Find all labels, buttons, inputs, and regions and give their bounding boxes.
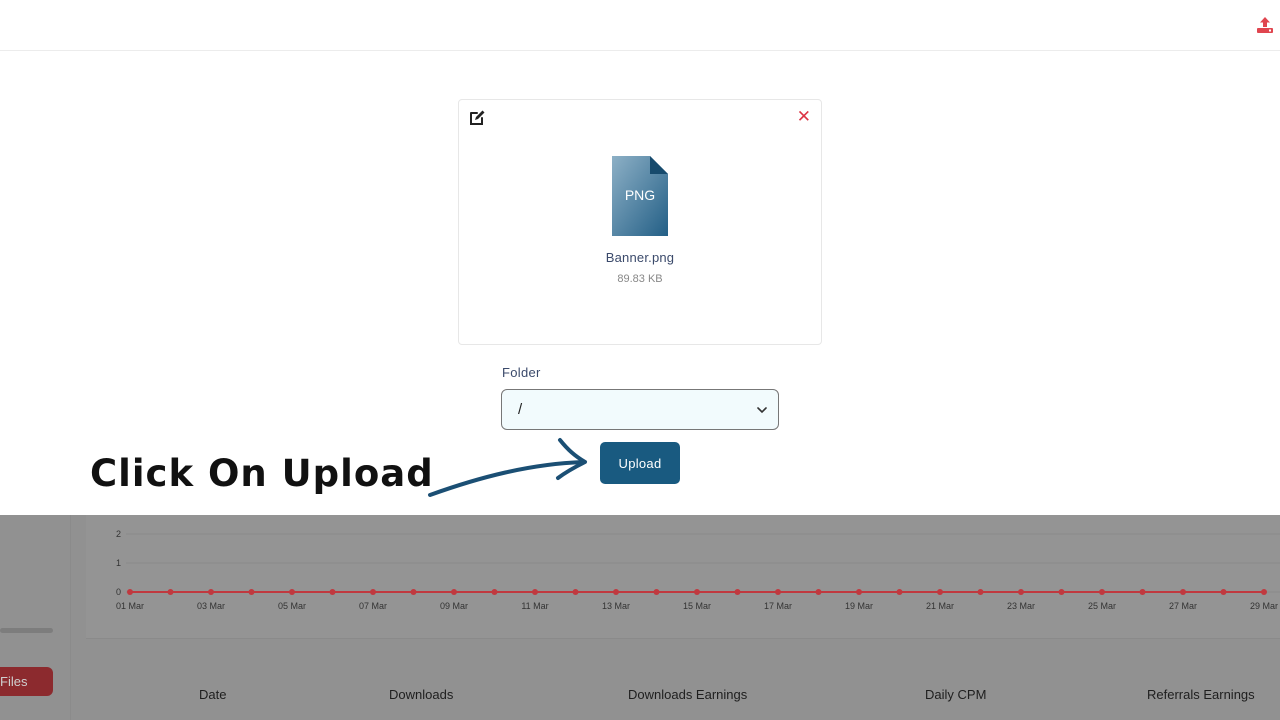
data-point[interactable] <box>775 589 781 595</box>
data-point[interactable] <box>856 589 862 595</box>
edit-icon[interactable] <box>468 109 486 127</box>
data-point[interactable] <box>1099 589 1105 595</box>
x-tick-label: 05 Mar <box>278 601 306 611</box>
x-tick-label: 01 Mar <box>116 601 144 611</box>
data-point[interactable] <box>694 589 700 595</box>
folder-label: Folder <box>502 365 541 380</box>
folder-select[interactable]: / <box>501 389 779 430</box>
page: ✕ PNG Banner.png 89.83 KB Folder / Uploa… <box>0 0 1280 720</box>
file-preview-card: ✕ PNG Banner.png 89.83 KB <box>458 99 822 345</box>
top-bar <box>0 0 1280 51</box>
line-chart: 2 1 0 01 Mar 03 Mar 05 Mar 07 Mar 09 Mar 11 Mar 1… <box>116 529 1280 611</box>
x-tick-label: 25 Mar <box>1088 601 1116 611</box>
data-point[interactable] <box>653 589 660 595</box>
upload-icon[interactable] <box>1254 14 1276 36</box>
data-point[interactable] <box>491 589 498 595</box>
data-point[interactable] <box>734 589 741 595</box>
table-header-date[interactable]: Date <box>199 687 226 702</box>
data-point[interactable] <box>937 589 943 595</box>
y-tick-label: 2 <box>116 529 121 539</box>
earnings-chart: 2 1 0 01 Mar 03 Mar 05 Mar 07 Mar 09 Mar 11 Mar 1… <box>86 515 1280 639</box>
data-point[interactable] <box>572 589 579 595</box>
x-tick-label: 11 Mar <box>521 601 548 611</box>
data-point[interactable] <box>1018 589 1024 595</box>
data-point[interactable] <box>977 589 984 595</box>
data-point[interactable] <box>1139 589 1146 595</box>
data-point[interactable] <box>896 589 903 595</box>
table-header-downloads-earnings[interactable]: Downloads Earnings <box>628 687 747 702</box>
data-point[interactable] <box>815 589 822 595</box>
sidebar-divider <box>70 515 71 720</box>
data-point[interactable] <box>1220 589 1227 595</box>
data-point[interactable] <box>370 589 376 595</box>
data-point[interactable] <box>613 589 619 595</box>
data-point[interactable] <box>289 589 295 595</box>
annotation-arrow <box>428 438 587 497</box>
remove-file-icon[interactable]: ✕ <box>797 107 811 127</box>
annotation-text: Click On Upload <box>90 452 434 495</box>
data-point[interactable] <box>329 589 336 595</box>
y-tick-label: 0 <box>116 587 121 597</box>
x-tick-label: 17 Mar <box>764 601 792 611</box>
data-point[interactable] <box>1261 589 1267 595</box>
data-point[interactable] <box>410 589 417 595</box>
table-header-referrals-earnings[interactable]: Referrals Earnings <box>1147 687 1255 702</box>
x-tick-label: 07 Mar <box>359 601 387 611</box>
data-point[interactable] <box>1180 589 1186 595</box>
x-tick-label: 19 Mar <box>845 601 873 611</box>
data-point[interactable] <box>208 589 214 595</box>
x-tick-label: 23 Mar <box>1007 601 1035 611</box>
file-size: 89.83 KB <box>617 273 663 285</box>
folder-select-value: / <box>518 401 523 418</box>
x-tick-label: 15 Mar <box>683 601 711 611</box>
x-tick-label: 09 Mar <box>440 601 468 611</box>
storage-progress-bar <box>0 628 53 633</box>
files-button[interactable]: Files <box>0 667 53 696</box>
x-tick-label: 03 Mar <box>197 601 225 611</box>
dimmed-dashboard: Files 2 1 0 01 Mar 03 Mar 05 Mar 07 Mar 09 Mar 1… <box>0 515 1280 720</box>
data-point[interactable] <box>532 589 538 595</box>
x-tick-label: 29 Mar <box>1250 601 1278 611</box>
data-point[interactable] <box>451 589 457 595</box>
data-point[interactable] <box>167 589 174 595</box>
data-point[interactable] <box>248 589 255 595</box>
file-type-label: PNG <box>625 187 655 203</box>
upload-button[interactable]: Upload <box>600 442 680 484</box>
x-tick-label: 21 Mar <box>926 601 954 611</box>
chevron-down-icon <box>757 407 767 414</box>
data-point[interactable] <box>127 589 133 595</box>
png-file-icon: PNG <box>612 156 668 236</box>
table-header-daily-cpm[interactable]: Daily CPM <box>925 687 986 702</box>
table-header-downloads[interactable]: Downloads <box>389 687 453 702</box>
x-tick-label: 27 Mar <box>1169 601 1197 611</box>
y-tick-label: 1 <box>116 558 121 568</box>
x-tick-label: 13 Mar <box>602 601 630 611</box>
data-point[interactable] <box>1058 589 1065 595</box>
file-name: Banner.png <box>605 250 675 265</box>
